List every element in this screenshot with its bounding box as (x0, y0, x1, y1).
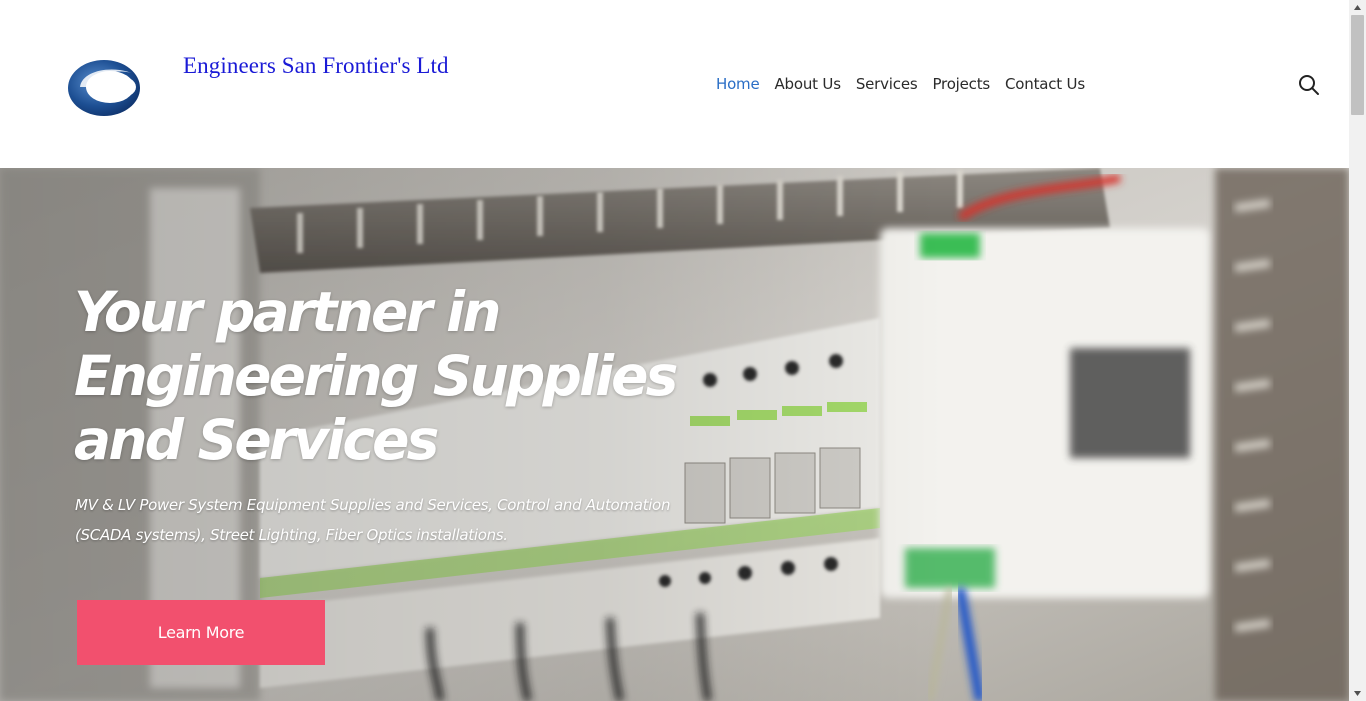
nav-projects[interactable]: Projects (932, 75, 990, 93)
nav-about-us[interactable]: About Us (775, 75, 842, 93)
nav-home[interactable]: Home (716, 75, 760, 93)
hero-title-line: Engineering Supplies (74, 344, 678, 408)
page-scrollbar[interactable] (1349, 0, 1366, 701)
scroll-down-arrow-icon[interactable] (1353, 689, 1362, 698)
company-logo-icon[interactable] (66, 57, 146, 119)
main-nav: Home About Us Services Projects Contact … (716, 75, 1085, 93)
learn-more-button[interactable]: Learn More (77, 600, 325, 665)
hero-section: Your partner in Engineering Supplies and… (0, 168, 1349, 701)
hero-title: Your partner in Engineering Supplies and… (74, 280, 794, 472)
site-header: Engineers San Frontier's Ltd Home About … (0, 0, 1349, 168)
hero-subtitle: MV & LV Power System Equipment Supplies … (75, 490, 765, 550)
scroll-up-arrow-icon[interactable] (1353, 3, 1362, 12)
scrollbar-thumb[interactable] (1351, 15, 1364, 115)
nav-services[interactable]: Services (856, 75, 918, 93)
brand-name[interactable]: Engineers San Frontier's Ltd (183, 53, 449, 79)
nav-contact-us[interactable]: Contact Us (1005, 75, 1085, 93)
search-icon[interactable] (1297, 73, 1321, 97)
hero-title-line: Your partner in (74, 280, 501, 344)
hero-subtitle-line: (SCADA systems), Street Lighting, Fiber … (75, 526, 508, 544)
hero-title-line: and Services (74, 408, 439, 472)
hero-subtitle-line: MV & LV Power System Equipment Supplies … (75, 496, 671, 514)
